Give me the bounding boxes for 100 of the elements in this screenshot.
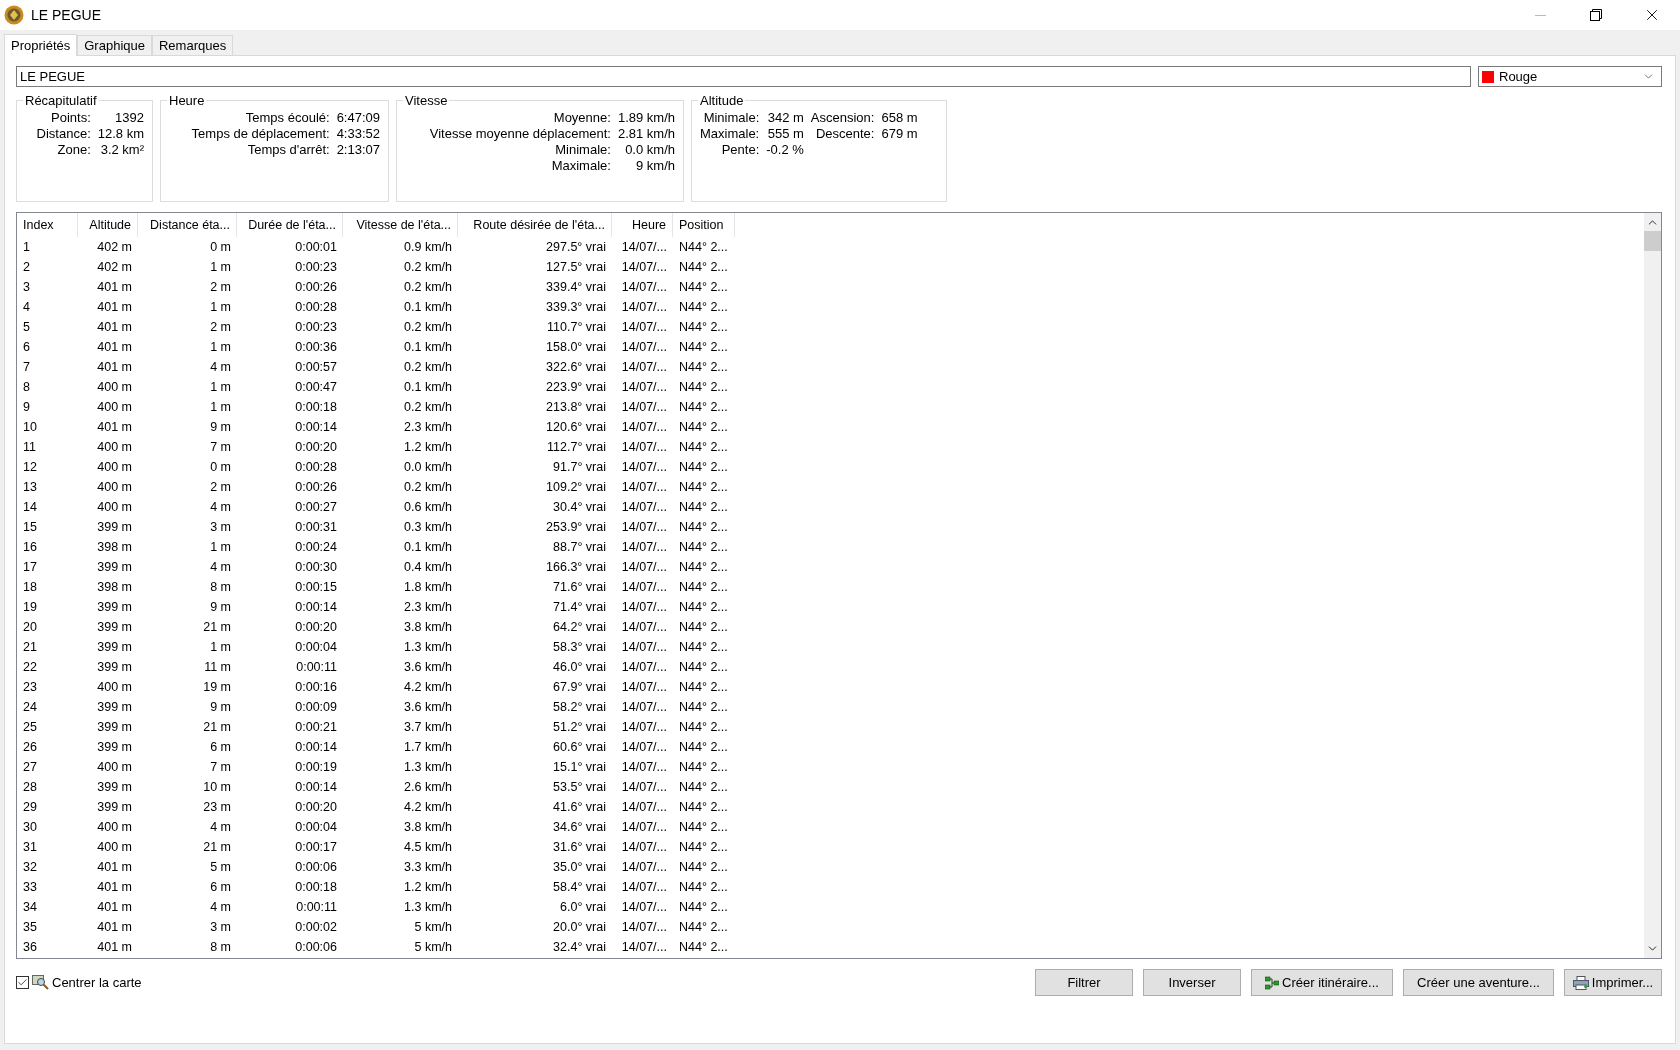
table-cell-text: 2.3 km/h [403, 599, 453, 616]
table-cell-text: 0.2 km/h [403, 279, 453, 296]
table-cell-text: 401 m [96, 419, 133, 436]
column-header[interactable]: Route désirée de l'éta... [458, 213, 612, 237]
tab[interactable]: Propriétés [4, 34, 78, 56]
table-cell-text: N44° 2... [678, 799, 729, 816]
table-cell-text: 12 [22, 459, 38, 476]
table-cell-text: 1.2 km/h [403, 439, 453, 456]
table-cell-text: 14/07/... [620, 499, 668, 516]
checkbox-label[interactable]: Centrer la carte [52, 975, 142, 990]
table-cell-text: 112.7° vrai [546, 439, 607, 456]
column-header[interactable]: Distance éta... [138, 213, 237, 237]
table-cell-text: 0:00:28 [294, 459, 338, 476]
scroll-thumb[interactable] [1644, 231, 1661, 251]
table-cell-text: 41.6° vrai [552, 799, 607, 816]
table-cell-text: 339.3° vrai [545, 299, 607, 316]
stat-value: 2.81 km/h [617, 127, 675, 141]
table-cell-text: 9 m [209, 699, 232, 716]
table-cell-text: 29 [22, 799, 38, 816]
table-cell-text: 3 m [209, 919, 232, 936]
table-cell-text: N44° 2... [678, 939, 729, 956]
action-button[interactable]: Filtrer [1035, 969, 1133, 996]
table-cell-text: 14/07/... [620, 839, 668, 856]
table-cell-text: 14/07/... [620, 919, 668, 936]
app-logo-icon [4, 5, 24, 25]
color-dropdown[interactable]: Rouge [1478, 66, 1662, 87]
table-cell-text: 21 m [202, 839, 232, 856]
column-header[interactable]: Altitude [78, 213, 138, 237]
stat-label: Points: [50, 111, 91, 125]
table-cell-text: N44° 2... [678, 379, 729, 396]
table-cell-text: N44° 2... [678, 919, 729, 936]
table-cell-text: 402 m [96, 239, 133, 256]
table-cell-text: 26 [22, 739, 38, 756]
table-cell-text: 339.4° vrai [545, 279, 607, 296]
table-cell-text: 398 m [96, 579, 133, 596]
action-button[interactable]: Inverser [1143, 969, 1241, 996]
table-cell-text: 2 m [209, 479, 232, 496]
stat-label: Pente: [720, 143, 760, 157]
table-cell-text: 14/07/... [620, 319, 668, 336]
table-cell-text: 400 m [96, 459, 133, 476]
table-cell-text: 0:00:36 [294, 339, 338, 356]
table-cell-text: 9 [22, 399, 31, 416]
table-cell-text: 166.3° vrai [545, 559, 607, 576]
stat-value: 1392 [114, 111, 144, 125]
column-header[interactable]: Heure [612, 213, 673, 237]
table-cell-text: 6 m [209, 879, 232, 896]
table-cell-text: 14/07/... [620, 259, 668, 276]
table-cell-text: 3.3 km/h [403, 859, 453, 876]
table-cell-text: 14/07/... [620, 279, 668, 296]
table-cell-text: 400 m [96, 679, 133, 696]
column-header[interactable]: Position [673, 213, 735, 237]
table-cell-text: 3.8 km/h [403, 619, 453, 636]
column-header[interactable]: Vitesse de l'éta... [343, 213, 458, 237]
table-cell-text: 4 m [209, 359, 232, 376]
table-cell-text: 5 km/h [413, 919, 453, 936]
table-cell-text: 4.5 km/h [403, 839, 453, 856]
action-button[interactable]: Imprimer... [1564, 969, 1662, 996]
tab[interactable]: Remarques [151, 35, 234, 55]
table-cell-text: N44° 2... [678, 459, 729, 476]
table-cell-text: 14/07/... [620, 719, 668, 736]
checkbox[interactable] [16, 976, 29, 989]
action-button[interactable]: Créer itinéraire... [1251, 969, 1393, 996]
table-cell-text: 14/07/... [620, 799, 668, 816]
stat-label: Ascension: [810, 111, 875, 125]
table-cell-text: N44° 2... [678, 659, 729, 676]
column-header[interactable]: Index [17, 213, 78, 237]
vertical-scrollbar[interactable] [1644, 213, 1661, 958]
table-cell-text: 14/07/... [620, 699, 668, 716]
table-cell-text: 400 m [96, 819, 133, 836]
name-field[interactable]: LE PEGUE [16, 66, 1471, 87]
stat-label: Temps de déplacement: [191, 127, 330, 141]
table-cell-text: 0:00:26 [294, 279, 338, 296]
stat-label: Temps d'arrêt: [246, 143, 330, 157]
table-cell-text: N44° 2... [678, 279, 729, 296]
stat-value: 0.0 km/h [624, 143, 675, 157]
group-title: Heure [167, 93, 207, 108]
tab[interactable]: Graphique [77, 35, 152, 55]
table-cell-text: 14/07/... [620, 239, 668, 256]
table-cell-text: 14/07/... [620, 779, 668, 796]
table-cell-text: 399 m [96, 739, 133, 756]
action-button[interactable]: Créer une aventure... [1403, 969, 1554, 996]
table-cell-text: 71.4° vrai [552, 599, 607, 616]
table-cell-text: 64.2° vrai [552, 619, 607, 636]
table-cell-text: 0.1 km/h [403, 539, 453, 556]
table-cell-text: 0.9 km/h [403, 239, 453, 256]
column-header[interactable]: Durée de l'éta... [237, 213, 343, 237]
stat-value: -0.2 % [766, 143, 804, 157]
table-cell-text: N44° 2... [678, 619, 729, 636]
table-cell-text: 14/07/... [620, 599, 668, 616]
group-title: Récapitulatif [23, 93, 99, 108]
table-cell-text: 4.2 km/h [403, 679, 453, 696]
table-cell-text: 3.8 km/h [403, 819, 453, 836]
table-cell-text: 400 m [96, 759, 133, 776]
table-cell-text: 32.4° vrai [552, 939, 607, 956]
table-cell-text: 19 m [202, 679, 232, 696]
stat-label: Temps écoulé: [244, 111, 330, 125]
table-cell-text: 400 m [96, 839, 133, 856]
table-cell-text: N44° 2... [678, 839, 729, 856]
stat-label: Minimale: [702, 111, 760, 125]
table-cell-text: 14/07/... [620, 579, 668, 596]
